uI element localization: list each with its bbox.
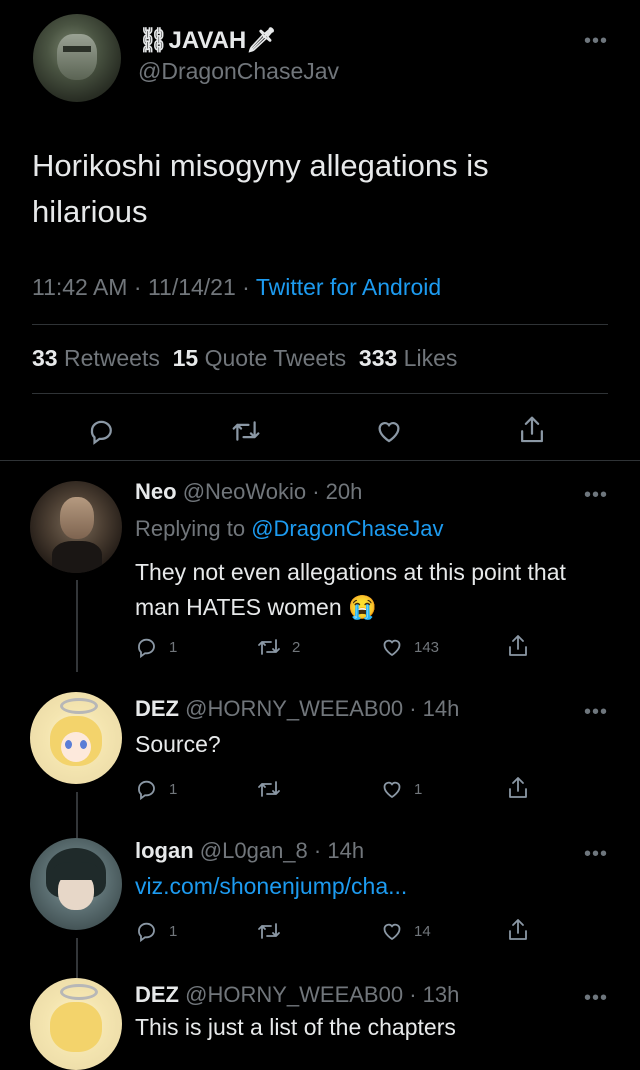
reply-link[interactable]: viz.com/shonenjump/cha... bbox=[135, 873, 407, 900]
reply-author-handle[interactable]: @HORNY_WEEAB00 bbox=[185, 982, 403, 1007]
reply-icon bbox=[138, 922, 155, 943]
share-icon bbox=[509, 635, 527, 656]
reply-share-button[interactable] bbox=[506, 917, 530, 943]
reply-like-button[interactable]: 143 bbox=[380, 635, 439, 659]
reply-like-button[interactable]: 1 bbox=[380, 777, 422, 801]
main-display-name[interactable]: ⛓JAVAH🗡 bbox=[138, 26, 277, 55]
reply-icon bbox=[90, 420, 112, 445]
reply-reply-button[interactable]: 1 bbox=[135, 919, 177, 943]
reply-author-handle[interactable]: @HORNY_WEEAB00 bbox=[185, 696, 403, 721]
thread-line bbox=[76, 580, 78, 672]
reply-time: · 13h bbox=[409, 982, 460, 1007]
replying-to-handle-link[interactable]: @DragonChaseJav bbox=[251, 516, 443, 541]
reply-retweet-button[interactable] bbox=[256, 919, 282, 943]
reply-icon bbox=[138, 638, 155, 659]
reply-time: · 14h bbox=[313, 838, 365, 863]
reply-retweet-button[interactable] bbox=[256, 777, 282, 801]
reply-text: Source? bbox=[135, 731, 221, 757]
reply-share-button[interactable] bbox=[506, 775, 530, 801]
reply-time: · 14h bbox=[409, 696, 460, 721]
main-like-button[interactable] bbox=[374, 416, 404, 446]
reply-author-name[interactable]: logan bbox=[135, 838, 194, 863]
main-tweet-date: 11/14/21 bbox=[147, 274, 236, 300]
reply-retweet-button[interactable]: 2 bbox=[256, 635, 300, 659]
quotes-stat[interactable]: 15 Quote Tweets bbox=[173, 345, 346, 371]
main-tweet-source-link[interactable]: Twitter for Android bbox=[256, 274, 441, 300]
reply-icon bbox=[138, 780, 155, 801]
reply-header: DEZ @HORNY_WEEAB00 · 14h bbox=[135, 696, 459, 722]
divider bbox=[32, 393, 608, 394]
reply-time: · 20h bbox=[312, 479, 363, 504]
reply-more-icon[interactable]: ••• bbox=[584, 702, 608, 722]
main-author-avatar[interactable] bbox=[33, 14, 121, 102]
reply-header: Neo @NeoWokio · 20h bbox=[135, 479, 362, 505]
reply-author-name[interactable]: DEZ bbox=[135, 696, 179, 721]
main-share-button[interactable] bbox=[517, 414, 547, 446]
reply-text: This is just a list of the chapters bbox=[135, 1014, 456, 1040]
retweet-icon bbox=[258, 781, 280, 797]
divider bbox=[32, 324, 608, 325]
main-more-icon[interactable]: ••• bbox=[584, 31, 608, 51]
main-tweet-time: 11:42 AM bbox=[32, 274, 128, 300]
reply-avatar-dez[interactable] bbox=[30, 692, 122, 784]
divider bbox=[0, 460, 640, 461]
replying-to: Replying to @DragonChaseJav bbox=[135, 516, 444, 541]
main-retweet-button[interactable] bbox=[230, 416, 262, 446]
reply-more-icon[interactable]: ••• bbox=[584, 844, 608, 864]
reply-author-name[interactable]: Neo bbox=[135, 479, 177, 504]
likes-stat[interactable]: 333 Likes bbox=[359, 345, 457, 371]
share-icon bbox=[509, 777, 527, 798]
retweet-icon bbox=[258, 923, 280, 939]
reply-header: DEZ @HORNY_WEEAB00 · 13h bbox=[135, 982, 459, 1008]
reply-share-button[interactable] bbox=[506, 633, 530, 659]
reply-author-handle[interactable]: @L0gan_8 bbox=[200, 838, 308, 863]
share-icon bbox=[509, 919, 527, 940]
reply-avatar-neo[interactable] bbox=[30, 481, 122, 573]
reply-text: They not even allegations at this point … bbox=[135, 559, 566, 620]
reply-header: logan @L0gan_8 · 14h bbox=[135, 838, 364, 864]
reply-like-button[interactable]: 14 bbox=[380, 919, 431, 943]
reply-avatar-dez[interactable] bbox=[30, 978, 122, 1070]
like-icon bbox=[383, 639, 401, 657]
retweets-stat[interactable]: 33 Retweets bbox=[32, 345, 160, 371]
main-handle[interactable]: @DragonChaseJav bbox=[138, 58, 339, 85]
reply-more-icon[interactable]: ••• bbox=[584, 485, 608, 505]
main-tweet-meta: 11:42 AM · 11/14/21 · Twitter for Androi… bbox=[32, 274, 442, 300]
share-icon bbox=[521, 416, 543, 443]
reply-reply-button[interactable]: 1 bbox=[135, 635, 177, 659]
main-tweet-stats: 33 Retweets 15 Quote Tweets 333 Likes bbox=[32, 345, 457, 372]
thread-line bbox=[76, 792, 78, 840]
main-tweet-text: Horikoshi misogyny allegations is hilari… bbox=[32, 148, 489, 229]
reply-avatar-logan[interactable] bbox=[30, 838, 122, 930]
retweet-icon bbox=[232, 421, 260, 441]
reply-author-name[interactable]: DEZ bbox=[135, 982, 179, 1007]
reply-reply-button[interactable]: 1 bbox=[135, 777, 177, 801]
like-icon bbox=[383, 923, 401, 941]
reply-more-icon[interactable]: ••• bbox=[584, 988, 608, 1008]
main-reply-button[interactable] bbox=[87, 416, 117, 446]
reply-author-handle[interactable]: @NeoWokio bbox=[183, 479, 306, 504]
like-icon bbox=[383, 781, 401, 799]
retweet-icon bbox=[258, 639, 280, 655]
like-icon bbox=[378, 422, 400, 443]
